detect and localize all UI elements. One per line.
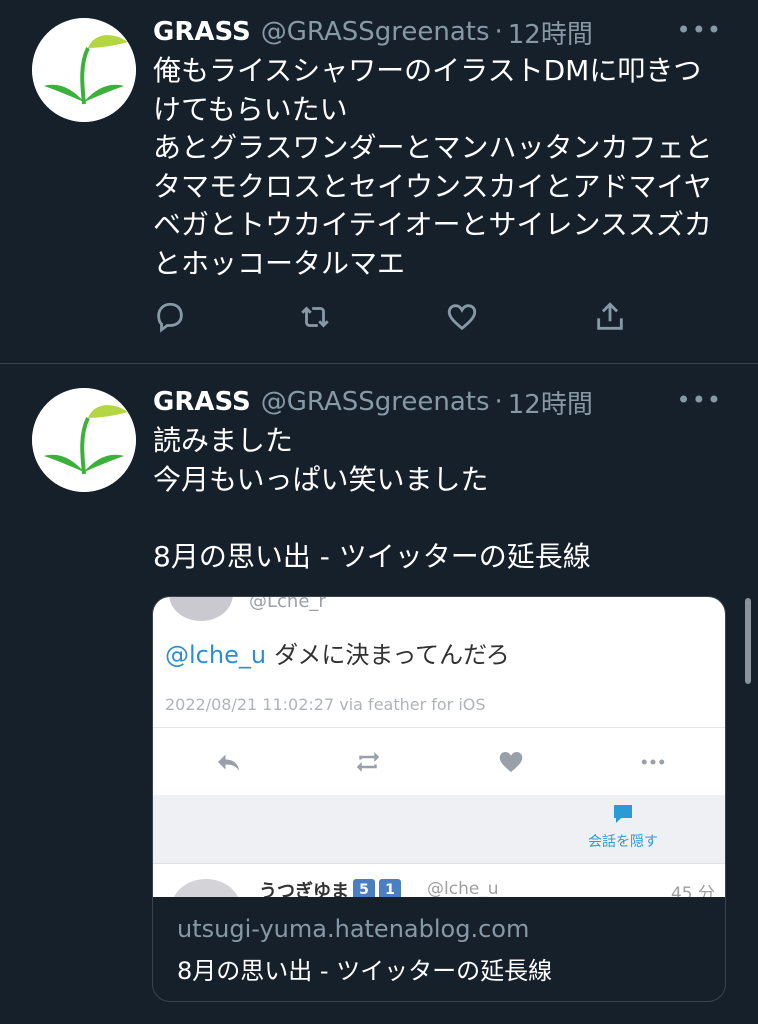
link-card[interactable]: @Lche_r @lche_u ダメに決まってんだろ 2022/08/21 11:… bbox=[152, 596, 726, 1002]
retweet-icon bbox=[348, 742, 388, 782]
tweet-header: GRASS @GRASSgreenats · 12時間 ••• bbox=[153, 382, 738, 422]
separator-dot: · bbox=[494, 17, 503, 47]
conversation-bar: 会話を隠す bbox=[153, 795, 725, 863]
retweet-icon[interactable] bbox=[298, 300, 338, 340]
more-options-icon[interactable]: ••• bbox=[677, 386, 722, 414]
embedded-display-name: うつぎゆま 5 1 bbox=[259, 877, 401, 897]
heart-icon bbox=[491, 742, 531, 782]
tweet-actions bbox=[153, 300, 628, 340]
share-icon[interactable] bbox=[593, 300, 633, 340]
speech-bubble-icon bbox=[614, 805, 632, 823]
timestamp[interactable]: 12時間 bbox=[508, 14, 593, 51]
tweet-text: 俺もライスシャワーのイラストDMに叩きつけてもらいたい あとグラスワンダーとマン… bbox=[153, 54, 713, 280]
avatar bbox=[169, 597, 233, 621]
embedded-actions bbox=[153, 742, 725, 782]
embedded-tweet-text: @lche_u ダメに決まってんだろ bbox=[165, 635, 510, 670]
badge: 5 bbox=[353, 879, 375, 897]
tweet[interactable]: GRASS @GRASSgreenats · 12時間 ••• 読みました 今月… bbox=[0, 364, 758, 1024]
more-dots-icon bbox=[633, 742, 673, 782]
tweet-text: 読みました 今月もいっぱい笑いました 8月の思い出 - ツイッターの延長線 bbox=[153, 424, 591, 573]
display-name[interactable]: GRASS bbox=[153, 387, 251, 417]
reply-icon[interactable] bbox=[153, 300, 193, 340]
embedded-handle: @Lche_r bbox=[249, 597, 326, 612]
hide-conversation-label: 会話を隠す bbox=[588, 834, 658, 850]
card-image: @Lche_r @lche_u ダメに決まってんだろ 2022/08/21 11:… bbox=[153, 597, 725, 897]
avatar[interactable] bbox=[32, 18, 136, 122]
card-domain: utsugi-yuma.hatenablog.com bbox=[177, 915, 530, 943]
divider bbox=[153, 863, 725, 864]
grass-sprout-icon bbox=[32, 18, 136, 122]
separator-dot: · bbox=[494, 387, 503, 417]
tweet-header: GRASS @GRASSgreenats · 12時間 ••• bbox=[153, 12, 738, 52]
scrollbar[interactable] bbox=[745, 598, 751, 684]
embedded-handle: @lche_u bbox=[427, 879, 499, 897]
embedded-time: 45 分 bbox=[670, 884, 715, 897]
embedded-name: うつぎゆま bbox=[259, 881, 349, 897]
like-icon[interactable] bbox=[445, 300, 485, 340]
embedded-meta: 2022/08/21 11:02:27 via feather for iOS bbox=[165, 695, 486, 714]
display-name[interactable]: GRASS bbox=[153, 17, 251, 47]
avatar bbox=[171, 879, 241, 897]
timestamp[interactable]: 12時間 bbox=[508, 384, 593, 421]
user-handle[interactable]: @GRASSgreenats bbox=[261, 17, 490, 47]
divider bbox=[153, 727, 725, 728]
embedded-mention: @lche_u bbox=[165, 641, 267, 669]
avatar[interactable] bbox=[32, 388, 136, 492]
user-handle[interactable]: @GRASSgreenats bbox=[261, 387, 490, 417]
card-title: 8月の思い出 - ツイッターの延長線 bbox=[177, 957, 553, 985]
more-options-icon[interactable]: ••• bbox=[677, 16, 722, 44]
tweet[interactable]: GRASS @GRASSgreenats · 12時間 ••• 俺もライスシャワ… bbox=[0, 0, 758, 364]
hide-conversation: 会話を隠す bbox=[583, 803, 663, 851]
grass-sprout-icon bbox=[32, 388, 136, 492]
reply-arrow-icon bbox=[208, 742, 248, 782]
embedded-tweet-body: ダメに決まってんだろ bbox=[274, 641, 510, 669]
badge: 1 bbox=[379, 879, 401, 897]
